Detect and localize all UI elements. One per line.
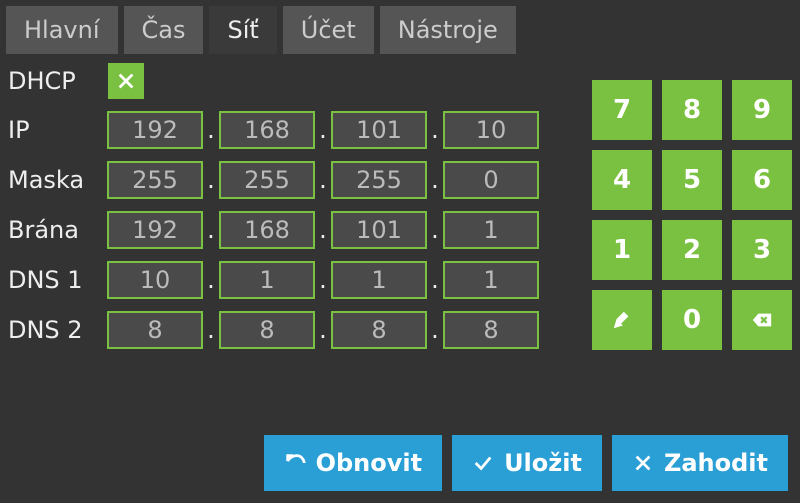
save-button[interactable]: Uložit bbox=[452, 435, 602, 491]
dns1-octet-4[interactable]: 1 bbox=[443, 261, 539, 299]
numeric-keypad: 7 8 9 4 5 6 1 2 3 0 bbox=[592, 62, 792, 350]
key-0[interactable]: 0 bbox=[662, 290, 722, 350]
dot: . bbox=[206, 316, 216, 344]
dot: . bbox=[430, 166, 440, 194]
gateway-octet-1[interactable]: 192 bbox=[107, 211, 203, 249]
ip-octet-2[interactable]: 168 bbox=[219, 111, 315, 149]
dot: . bbox=[430, 266, 440, 294]
key-1[interactable]: 1 bbox=[592, 220, 652, 280]
dot: . bbox=[318, 316, 328, 344]
tab-account[interactable]: Účet bbox=[283, 6, 374, 54]
dns1-octet-1[interactable]: 10 bbox=[107, 261, 203, 299]
mask-octet-2[interactable]: 255 bbox=[219, 161, 315, 199]
key-2[interactable]: 2 bbox=[662, 220, 722, 280]
dhcp-checkbox[interactable] bbox=[108, 63, 144, 99]
tab-main[interactable]: Hlavní bbox=[6, 6, 118, 54]
key-9[interactable]: 9 bbox=[732, 80, 792, 140]
check-icon bbox=[472, 452, 494, 474]
refresh-button[interactable]: Obnovit bbox=[264, 435, 443, 491]
save-label: Uložit bbox=[504, 449, 582, 477]
ip-octet-1[interactable]: 192 bbox=[107, 111, 203, 149]
label-ip: IP bbox=[8, 116, 104, 144]
key-6[interactable]: 6 bbox=[732, 150, 792, 210]
broom-icon bbox=[611, 309, 633, 331]
network-form: DHCP IP 192. 168. 101. 10 Maska 255. 255… bbox=[8, 62, 542, 350]
ip-octet-4[interactable]: 10 bbox=[443, 111, 539, 149]
gateway-octet-3[interactable]: 101 bbox=[331, 211, 427, 249]
gateway-octet-2[interactable]: 168 bbox=[219, 211, 315, 249]
dot: . bbox=[206, 216, 216, 244]
dns1-octet-3[interactable]: 1 bbox=[331, 261, 427, 299]
key-5[interactable]: 5 bbox=[662, 150, 722, 210]
tab-time[interactable]: Čas bbox=[124, 6, 204, 54]
mask-octet-1[interactable]: 255 bbox=[107, 161, 203, 199]
mask-octet-4[interactable]: 0 bbox=[443, 161, 539, 199]
key-clear[interactable] bbox=[592, 290, 652, 350]
key-8[interactable]: 8 bbox=[662, 80, 722, 140]
tab-tools[interactable]: Nástroje bbox=[380, 6, 516, 54]
dot: . bbox=[318, 266, 328, 294]
backspace-icon bbox=[751, 309, 773, 331]
dot: . bbox=[318, 166, 328, 194]
dot: . bbox=[318, 116, 328, 144]
key-7[interactable]: 7 bbox=[592, 80, 652, 140]
dot: . bbox=[430, 216, 440, 244]
dns2-octet-3[interactable]: 8 bbox=[331, 311, 427, 349]
x-icon bbox=[115, 70, 137, 92]
dot: . bbox=[318, 216, 328, 244]
action-bar: Obnovit Uložit Zahodit bbox=[264, 435, 788, 491]
close-icon bbox=[632, 452, 654, 474]
dns2-octet-4[interactable]: 8 bbox=[443, 311, 539, 349]
tab-network[interactable]: Síť bbox=[209, 6, 276, 54]
key-3[interactable]: 3 bbox=[732, 220, 792, 280]
dot: . bbox=[430, 116, 440, 144]
dot: . bbox=[206, 116, 216, 144]
label-dhcp: DHCP bbox=[8, 67, 104, 95]
dot: . bbox=[206, 166, 216, 194]
key-4[interactable]: 4 bbox=[592, 150, 652, 210]
discard-label: Zahodit bbox=[664, 449, 768, 477]
tab-bar: Hlavní Čas Síť Účet Nástroje bbox=[0, 0, 800, 54]
undo-icon bbox=[284, 452, 306, 474]
ip-octet-3[interactable]: 101 bbox=[331, 111, 427, 149]
key-backspace[interactable] bbox=[732, 290, 792, 350]
refresh-label: Obnovit bbox=[316, 449, 423, 477]
dns1-octet-2[interactable]: 1 bbox=[219, 261, 315, 299]
dns2-octet-2[interactable]: 8 bbox=[219, 311, 315, 349]
dns2-octet-1[interactable]: 8 bbox=[107, 311, 203, 349]
label-dns1: DNS 1 bbox=[8, 266, 104, 294]
discard-button[interactable]: Zahodit bbox=[612, 435, 788, 491]
label-dns2: DNS 2 bbox=[8, 316, 104, 344]
label-gateway: Brána bbox=[8, 216, 104, 244]
gateway-octet-4[interactable]: 1 bbox=[443, 211, 539, 249]
dot: . bbox=[430, 316, 440, 344]
label-mask: Maska bbox=[8, 166, 104, 194]
mask-octet-3[interactable]: 255 bbox=[331, 161, 427, 199]
dot: . bbox=[206, 266, 216, 294]
